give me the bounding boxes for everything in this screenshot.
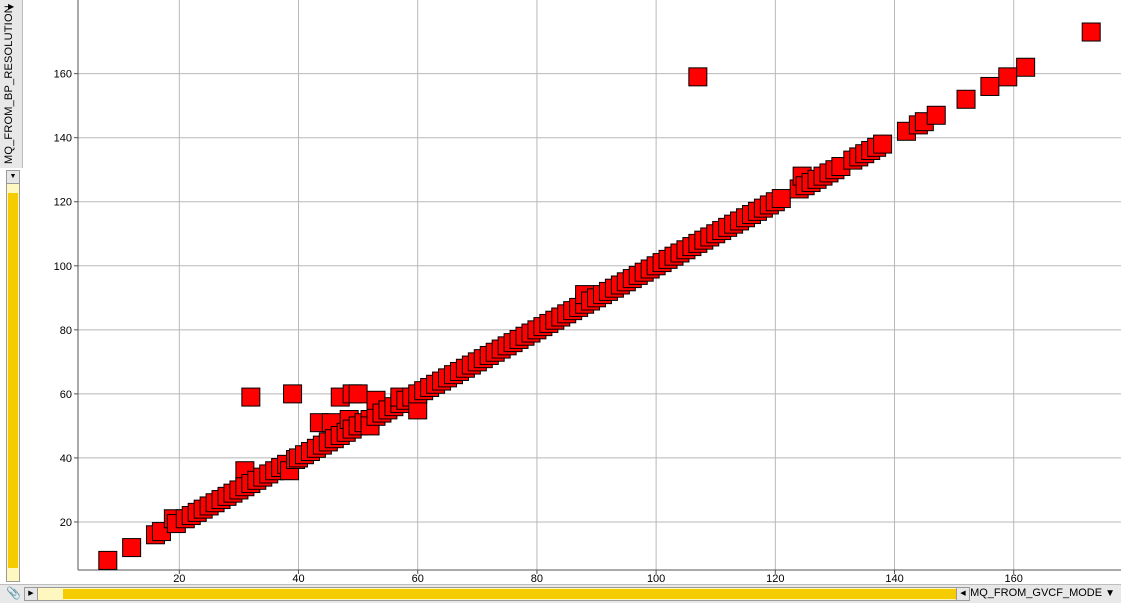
y-tick-label: 100 xyxy=(54,261,72,273)
y-axis-title-panel[interactable]: ▶ MQ_FROM_BP_RESOLUTION xyxy=(0,0,23,168)
scroll-right-icon[interactable]: ◀ xyxy=(956,588,969,600)
scroll-left-icon[interactable]: ▶ xyxy=(25,588,38,600)
data-point[interactable] xyxy=(348,384,368,404)
y-axis-title[interactable]: MQ_FROM_BP_RESOLUTION xyxy=(3,5,15,164)
x-axis-title-text[interactable]: MQ_FROM_GVCF_MODE xyxy=(970,587,1102,599)
vertical-scrollbar[interactable]: ▼ xyxy=(6,170,20,582)
data-point[interactable] xyxy=(283,384,303,404)
paperclip-icon[interactable]: 📎 xyxy=(6,586,21,600)
y-axis-ticks: 20 40 60 80 100 120 140 160 xyxy=(54,69,78,529)
data-point[interactable] xyxy=(122,538,142,558)
data-point[interactable] xyxy=(998,67,1018,87)
data-point[interactable] xyxy=(241,387,261,407)
y-tick-label: 40 xyxy=(60,453,72,465)
data-point[interactable] xyxy=(956,89,976,109)
y-tick-label: 60 xyxy=(60,389,72,401)
x-axis-ticks: 20 40 60 80 100 120 140 160 xyxy=(173,570,1023,585)
y-tick-label: 80 xyxy=(60,325,72,337)
vertical-scroll-thumb[interactable] xyxy=(8,193,18,568)
bottom-bar: 📎 ▶ ◀ MQ_FROM_GVCF_MODE ▼ xyxy=(0,584,1121,603)
y-tick-label: 160 xyxy=(54,69,72,81)
data-point[interactable] xyxy=(1081,22,1101,42)
y-tick-label: 120 xyxy=(54,197,72,209)
x-axis-title[interactable]: MQ_FROM_GVCF_MODE ▼ xyxy=(970,587,1115,599)
y-tick-label: 20 xyxy=(60,517,72,529)
scatter-plot: 20406080100120140160 20 40 60 80 100 120 140 16… xyxy=(54,0,1121,585)
data-point[interactable] xyxy=(1016,57,1036,77)
scroll-up-icon[interactable]: ▼ xyxy=(7,171,19,184)
horizontal-scrollbar[interactable]: ▶ ◀ xyxy=(24,587,970,601)
x-axis-menu-arrow-icon[interactable]: ▼ xyxy=(1105,588,1115,599)
data-point[interactable] xyxy=(688,67,708,87)
data-point[interactable] xyxy=(926,105,946,125)
data-point[interactable] xyxy=(98,550,118,570)
data-point[interactable] xyxy=(771,189,791,209)
data-point[interactable] xyxy=(873,134,893,154)
data-point[interactable] xyxy=(980,76,1000,96)
y-tick-label: 140 xyxy=(54,133,72,145)
horizontal-scroll-thumb[interactable] xyxy=(63,589,961,599)
data-point[interactable] xyxy=(408,400,428,420)
